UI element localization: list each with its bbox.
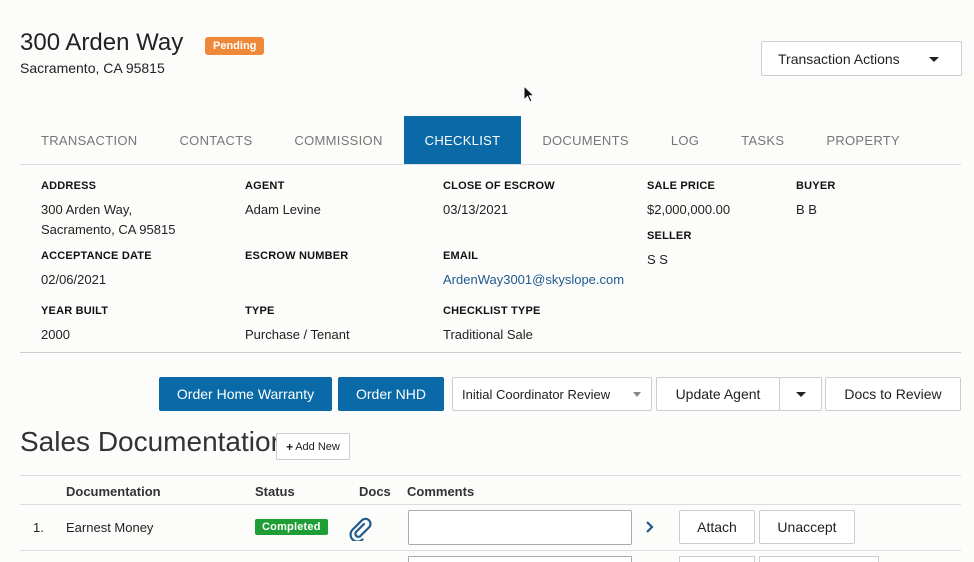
action-button[interactable] xyxy=(759,556,879,562)
escrow-number-label: ESCROW NUMBER xyxy=(245,250,349,262)
sale-price-value: $2,000,000.00 xyxy=(647,202,731,217)
update-agent-dropdown-toggle[interactable] xyxy=(779,377,822,411)
review-status-select[interactable]: Initial Coordinator Review xyxy=(452,377,652,411)
plus-icon: + xyxy=(286,439,294,454)
tab-bar: TRANSACTION CONTACTS COMMISSION CHECKLIS… xyxy=(20,116,961,165)
address-line2: Sacramento, CA 95815 xyxy=(41,222,176,237)
sale-price-label: SALE PRICE xyxy=(647,180,716,192)
address-line1: 300 Arden Way, xyxy=(41,202,133,217)
section-title: Sales Documentation xyxy=(20,426,287,457)
paperclip-icon[interactable] xyxy=(348,515,372,541)
checklist-type-label: CHECKLIST TYPE xyxy=(443,305,541,317)
type-label: TYPE xyxy=(245,305,275,317)
attach-button[interactable] xyxy=(679,556,755,562)
close-of-escrow-label: CLOSE OF ESCROW xyxy=(443,180,555,192)
status-badge: Pending xyxy=(205,37,265,55)
seller-value: S S xyxy=(647,252,668,267)
page-subtitle-address: Sacramento, CA 95815 xyxy=(20,60,165,76)
docs-to-review-button[interactable]: Docs to Review xyxy=(825,377,961,411)
page-title: 300 Arden Way xyxy=(20,29,184,56)
checklist-type-value: Traditional Sale xyxy=(443,327,533,342)
caret-down-icon xyxy=(633,392,641,397)
email-label: EMAIL xyxy=(443,250,479,262)
tab-documents[interactable]: DOCUMENTS xyxy=(521,116,649,164)
chevron-right-icon[interactable] xyxy=(645,520,655,534)
attach-button[interactable]: Attach xyxy=(679,510,755,544)
row-document-name: Earnest Money xyxy=(66,520,154,535)
agent-label: AGENT xyxy=(245,180,285,192)
year-built-value: 2000 xyxy=(41,327,70,342)
seller-label: SELLER xyxy=(647,230,692,242)
tab-commission[interactable]: COMMISSION xyxy=(273,116,403,164)
column-documentation: Documentation xyxy=(66,484,161,499)
caret-down-icon xyxy=(795,391,806,397)
table-row xyxy=(20,551,961,562)
comment-input[interactable] xyxy=(408,510,632,545)
status-badge: Completed xyxy=(255,519,328,535)
acceptance-date-value: 02/06/2021 xyxy=(41,272,107,287)
transaction-actions-dropdown[interactable]: Transaction Actions xyxy=(761,41,962,76)
transaction-actions-label: Transaction Actions xyxy=(778,50,900,67)
transaction-details: ADDRESS 300 Arden Way, Sacramento, CA 95… xyxy=(20,165,961,353)
buyer-value: B B xyxy=(796,202,817,217)
review-status-value: Initial Coordinator Review xyxy=(462,386,611,402)
unaccept-button[interactable]: Unaccept xyxy=(759,510,855,544)
mouse-pointer-icon xyxy=(523,85,535,103)
table-header: Documentation Status Docs Comments xyxy=(20,475,961,505)
email-link[interactable]: ArdenWay3001@skyslope.com xyxy=(443,270,624,290)
add-new-button[interactable]: + Add New xyxy=(276,433,350,460)
caret-down-icon xyxy=(929,57,939,62)
order-home-warranty-button[interactable]: Order Home Warranty xyxy=(159,377,332,411)
tab-checklist[interactable]: CHECKLIST xyxy=(403,116,522,164)
add-new-label: Add New xyxy=(295,440,340,453)
column-comments: Comments xyxy=(407,484,475,499)
tab-property[interactable]: PROPERTY xyxy=(805,116,921,164)
acceptance-date-label: ACCEPTANCE DATE xyxy=(41,250,152,262)
address-label: ADDRESS xyxy=(41,180,97,192)
column-docs: Docs xyxy=(359,484,391,499)
row-index: 1. xyxy=(33,520,44,535)
column-status: Status xyxy=(255,484,295,499)
tab-tasks[interactable]: TASKS xyxy=(720,116,805,164)
year-built-label: YEAR BUILT xyxy=(41,305,109,317)
type-value: Purchase / Tenant xyxy=(245,327,350,342)
comment-input[interactable] xyxy=(408,556,632,562)
update-agent-button[interactable]: Update Agent xyxy=(656,377,780,411)
buyer-label: BUYER xyxy=(796,180,836,192)
order-nhd-button[interactable]: Order NHD xyxy=(338,377,444,411)
tab-log[interactable]: LOG xyxy=(650,116,720,164)
tab-contacts[interactable]: CONTACTS xyxy=(158,116,273,164)
tab-transaction[interactable]: TRANSACTION xyxy=(20,116,158,164)
table-row: 1. Earnest Money Completed Attach Unacce… xyxy=(20,505,961,551)
close-of-escrow-value: 03/13/2021 xyxy=(443,202,509,217)
agent-value: Adam Levine xyxy=(245,202,321,217)
